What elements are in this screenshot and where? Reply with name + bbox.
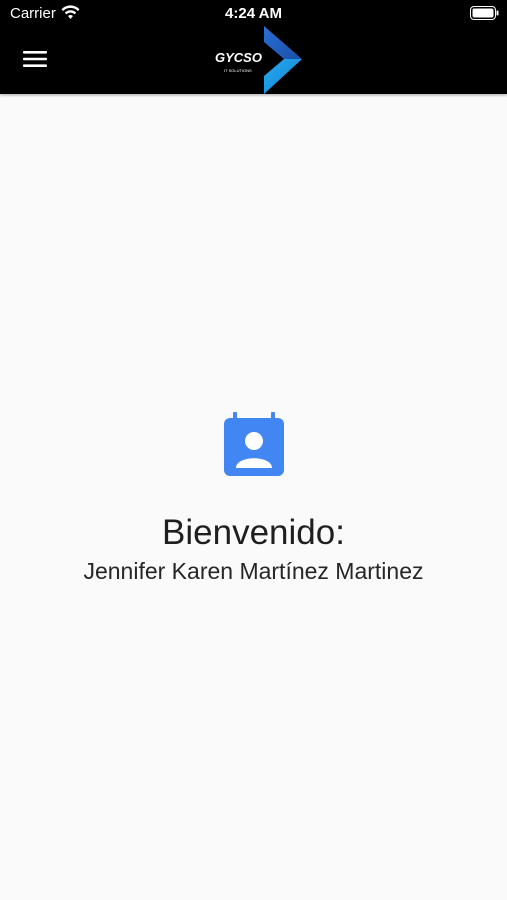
- logo-text: GYCSO: [215, 50, 262, 65]
- menu-button[interactable]: [18, 44, 52, 74]
- contact-calendar-icon: [223, 412, 284, 476]
- user-name: Jennifer Karen Martínez Martinez: [83, 558, 424, 584]
- hamburger-menu-icon: [23, 51, 47, 67]
- welcome-section: Bienvenido: Jennifer Karen Martínez Mart…: [0, 412, 507, 585]
- gycso-logo: GYCSO IT SOLUTIONS: [215, 26, 302, 94]
- logo-subtext: IT SOLUTIONS: [224, 68, 252, 73]
- status-bar: Carrier 4:24 AM: [0, 0, 507, 28]
- welcome-title: Bienvenido:: [162, 513, 345, 552]
- app-bar: Carrier 4:24 AM GYCSO IT SOLUTIONS: [0, 0, 507, 94]
- status-time: 4:24 AM: [225, 5, 282, 22]
- battery-icon: [470, 6, 499, 20]
